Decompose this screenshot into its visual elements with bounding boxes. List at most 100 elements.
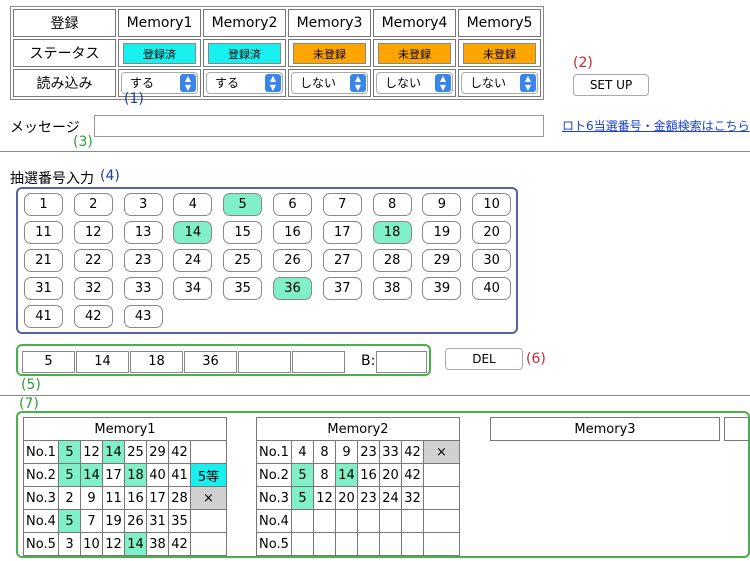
result-table-memory2: Memory2 No.1 4 8 9 23 33 42 × No.2 5 8 14 16 20 42 No.3 5… [256,417,460,556]
result-table-memory3: Memory3 [490,417,720,441]
load-select-memory5[interactable]: しない ▲ ▼ [461,72,538,94]
number-button-6[interactable]: 6 [273,193,312,216]
result-number: 9 [80,486,103,510]
row-label: No.1 [256,440,292,464]
number-button-25[interactable]: 25 [223,249,263,272]
number-button-36[interactable]: 36 [273,277,312,300]
number-button-34[interactable]: 34 [173,277,213,300]
result-number: 17 [146,486,169,510]
number-button-33[interactable]: 33 [123,277,163,300]
number-button-2[interactable]: 2 [73,193,113,216]
row-label: No.3 [256,486,292,510]
result-status: × [423,440,460,464]
result-number: 12 [80,440,103,464]
picked-slot[interactable]: 36 [184,351,237,373]
row-label: No.4 [23,509,59,533]
del-button[interactable]: DEL [445,348,523,370]
status-badge: 登録済 [208,42,281,64]
load-select-memory3[interactable]: しない ▲ ▼ [291,72,368,94]
memory-load-row: 読み込み する ▲ ▼ する ▲ ▼ しない ▲ ▼ しない ▲ ▼ しない ▲ ▼ [13,69,541,97]
memory-col-name: Memory3 [288,9,371,37]
picked-slot[interactable]: 14 [76,351,129,373]
number-button-42[interactable]: 42 [73,305,113,328]
table-row: No.4 5 7 19 26 31 35 [23,509,227,533]
message-label: メッセージ [10,120,80,136]
number-button-21[interactable]: 21 [24,249,63,272]
number-button-19[interactable]: 19 [422,221,462,244]
number-button-20[interactable]: 20 [472,221,512,244]
number-button-41[interactable]: 41 [24,305,63,328]
number-button-4[interactable]: 4 [173,193,213,216]
number-button-24[interactable]: 24 [173,249,213,272]
number-button-3[interactable]: 3 [123,193,163,216]
number-button-22[interactable]: 22 [73,249,113,272]
result-status [190,532,227,556]
number-button-9[interactable]: 9 [422,193,462,216]
number-button-37[interactable]: 37 [322,277,362,300]
load-select-memory4[interactable]: しない ▲ ▼ [376,72,453,94]
setup-button[interactable]: SET UP [573,74,649,96]
result-number: 17 [102,463,125,487]
number-button-43[interactable]: 43 [123,305,163,328]
result-number: 12 [102,532,125,556]
number-button-27[interactable]: 27 [322,249,362,272]
message-field[interactable] [94,115,544,137]
result-number: 14 [335,463,358,487]
number-button-32[interactable]: 32 [73,277,113,300]
annotation-7: (7) [19,396,39,412]
result-number: 26 [124,509,147,533]
number-button-40[interactable]: 40 [472,277,512,300]
result-table-title: Memory1 [23,417,227,441]
picked-slot[interactable]: 18 [130,351,183,373]
memory-col-name: Memory2 [203,9,286,37]
lotto-search-link[interactable]: ロト6当選番号・金額検索はこちら [562,117,750,134]
result-number: 8 [313,463,336,487]
number-button-35[interactable]: 35 [223,277,263,300]
row-label: No.3 [23,486,59,510]
number-button-23[interactable]: 23 [123,249,163,272]
load-select-memory2[interactable]: する ▲ ▼ [206,72,283,94]
number-button-18[interactable]: 18 [372,221,412,244]
result-number [313,532,336,556]
table-row: No.1 5 12 14 25 29 42 [23,440,227,464]
number-button-38[interactable]: 38 [372,277,412,300]
result-number: 19 [102,509,125,533]
number-button-26[interactable]: 26 [273,249,312,272]
number-button-7[interactable]: 7 [322,193,362,216]
number-button-10[interactable]: 10 [472,193,512,216]
number-button-15[interactable]: 15 [223,221,263,244]
result-status [423,532,460,556]
number-button-31[interactable]: 31 [24,277,63,300]
picked-slot[interactable] [238,351,291,373]
number-button-28[interactable]: 28 [372,249,412,272]
result-number: 5 [58,509,81,533]
number-button-8[interactable]: 8 [372,193,412,216]
picked-slot[interactable]: 5 [22,351,75,373]
result-number: 5 [58,463,81,487]
number-button-11[interactable]: 11 [24,221,63,244]
number-grid: 1 2 3 4 5 6 7 8 9 10 11 12 13 14 15 16 17 18 19 20 21 22 23 24 2… [16,187,518,334]
number-button-1[interactable]: 1 [24,193,63,216]
result-number: 28 [168,486,191,510]
select-arrows-icon: ▲ ▼ [520,74,536,92]
memory-table: 登録 Memory1 Memory2 Memory3 Memory4 Memor… [10,6,544,100]
number-button-5[interactable]: 5 [223,193,263,216]
number-button-13[interactable]: 13 [123,221,163,244]
number-button-17[interactable]: 17 [322,221,362,244]
number-button-29[interactable]: 29 [422,249,462,272]
picked-slot[interactable] [292,351,345,373]
number-button-30[interactable]: 30 [472,249,512,272]
result-number [401,532,424,556]
result-number [401,509,424,533]
result-number [291,509,314,533]
bonus-slot[interactable] [376,351,427,373]
row-label-status: ステータス [13,39,116,67]
number-button-39[interactable]: 39 [422,277,462,300]
result-status: 5等 [190,463,227,487]
status-badge: 未登録 [378,42,451,64]
number-button-14[interactable]: 14 [173,221,213,244]
number-button-16[interactable]: 16 [273,221,312,244]
result-number: 42 [401,440,424,464]
number-button-12[interactable]: 12 [73,221,113,244]
result-number [379,509,402,533]
